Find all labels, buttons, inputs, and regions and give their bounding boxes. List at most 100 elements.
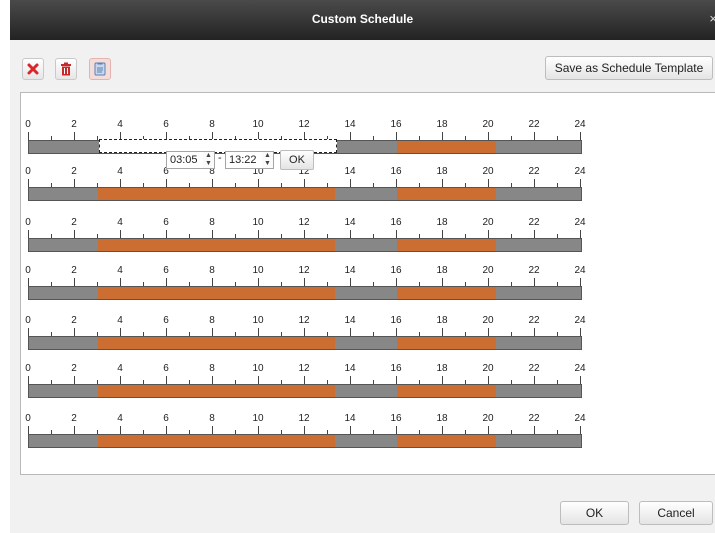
hour-label: 2 bbox=[71, 119, 77, 130]
major-tick bbox=[74, 132, 75, 140]
time-segment[interactable] bbox=[397, 385, 496, 397]
hour-label: 0 bbox=[25, 265, 31, 276]
major-tick bbox=[488, 179, 489, 187]
start-time-spinner[interactable]: ▲ ▼ bbox=[203, 151, 215, 169]
close-icon[interactable]: × bbox=[709, 11, 715, 26]
major-tick bbox=[396, 376, 397, 384]
major-tick bbox=[580, 132, 581, 140]
major-tick bbox=[442, 426, 443, 434]
hour-label: 16 bbox=[390, 315, 402, 326]
major-tick bbox=[74, 376, 75, 384]
major-tick bbox=[534, 328, 535, 336]
time-ok-button[interactable]: OK bbox=[280, 150, 314, 170]
hour-label: 0 bbox=[25, 413, 31, 424]
hour-label: 8 bbox=[209, 265, 215, 276]
major-tick bbox=[74, 328, 75, 336]
hour-label: 4 bbox=[117, 413, 123, 424]
timeline-bar[interactable] bbox=[28, 384, 582, 398]
major-tick bbox=[534, 230, 535, 238]
hour-label: 6 bbox=[163, 413, 169, 424]
major-tick bbox=[534, 132, 535, 140]
hour-label: 20 bbox=[482, 119, 494, 130]
major-tick bbox=[488, 278, 489, 286]
major-tick bbox=[120, 426, 121, 434]
major-tick bbox=[488, 426, 489, 434]
delete-button[interactable] bbox=[22, 58, 44, 80]
time-segment[interactable] bbox=[98, 188, 335, 200]
time-segment[interactable] bbox=[98, 287, 335, 299]
major-tick bbox=[166, 278, 167, 286]
major-tick bbox=[580, 426, 581, 434]
hour-label: 16 bbox=[390, 166, 402, 177]
schedule-row[interactable]: 0 2 4 6 8 10 12 14 16 18 20 22 24 bbox=[25, 315, 586, 355]
time-segment[interactable] bbox=[397, 141, 496, 153]
time-segment[interactable] bbox=[397, 337, 496, 349]
hour-label: 24 bbox=[574, 217, 586, 228]
hour-label: 12 bbox=[298, 413, 310, 424]
hour-label: 22 bbox=[528, 413, 540, 424]
hour-label: 8 bbox=[209, 315, 215, 326]
time-segment[interactable] bbox=[98, 435, 335, 447]
hour-label: 14 bbox=[344, 315, 356, 326]
start-time-input[interactable]: 03:05 bbox=[166, 151, 204, 169]
major-tick bbox=[442, 376, 443, 384]
hour-label: 10 bbox=[252, 363, 264, 374]
cancel-button[interactable]: Cancel bbox=[639, 501, 713, 525]
major-tick bbox=[488, 376, 489, 384]
end-time-input[interactable]: 13:22 bbox=[225, 151, 263, 169]
time-segment[interactable] bbox=[98, 239, 335, 251]
hour-label: 0 bbox=[25, 217, 31, 228]
timeline-bar[interactable] bbox=[28, 187, 582, 201]
major-tick bbox=[28, 132, 29, 140]
hour-label: 10 bbox=[252, 119, 264, 130]
hour-label: 14 bbox=[344, 119, 356, 130]
schedule-row[interactable]: 0 2 4 6 8 10 12 14 16 18 20 22 24 bbox=[25, 265, 586, 305]
timeline-bar[interactable] bbox=[28, 286, 582, 300]
major-tick bbox=[580, 376, 581, 384]
timeline-bar[interactable] bbox=[28, 238, 582, 252]
time-segment[interactable] bbox=[397, 188, 496, 200]
major-tick bbox=[28, 328, 29, 336]
hour-label: 6 bbox=[163, 315, 169, 326]
hour-label: 16 bbox=[390, 119, 402, 130]
hour-label: 18 bbox=[436, 413, 448, 424]
time-segment[interactable] bbox=[98, 385, 335, 397]
major-tick bbox=[166, 179, 167, 187]
major-tick bbox=[74, 230, 75, 238]
hour-label: 12 bbox=[298, 217, 310, 228]
copy-to-button[interactable] bbox=[89, 58, 111, 80]
time-separator: - bbox=[218, 152, 222, 164]
hour-label: 2 bbox=[71, 166, 77, 177]
delete-all-button[interactable] bbox=[55, 58, 77, 80]
schedule-row[interactable]: 0 2 4 6 8 10 12 14 16 18 20 22 24 bbox=[25, 217, 586, 257]
end-time-spinner[interactable]: ▲ ▼ bbox=[262, 151, 274, 169]
schedule-row[interactable]: 0 2 4 6 8 10 12 14 16 18 20 22 24 bbox=[25, 166, 586, 206]
hour-label: 2 bbox=[71, 217, 77, 228]
hour-label: 18 bbox=[436, 265, 448, 276]
schedule-row[interactable]: 0 2 4 6 8 10 12 14 16 18 20 22 24 bbox=[25, 363, 586, 403]
schedule-row[interactable]: 0 2 4 6 8 10 12 14 16 18 20 22 24 bbox=[25, 413, 586, 453]
ok-button[interactable]: OK bbox=[560, 501, 629, 525]
hour-label: 14 bbox=[344, 265, 356, 276]
save-as-schedule-template-button[interactable]: Save as Schedule Template bbox=[545, 56, 713, 80]
time-segment[interactable] bbox=[98, 337, 335, 349]
hour-label: 0 bbox=[25, 315, 31, 326]
timeline-bar[interactable] bbox=[28, 336, 582, 350]
hour-label: 6 bbox=[163, 217, 169, 228]
hour-label: 24 bbox=[574, 119, 586, 130]
time-segment[interactable] bbox=[397, 239, 496, 251]
major-tick bbox=[212, 278, 213, 286]
major-tick bbox=[120, 278, 121, 286]
timeline-bar[interactable] bbox=[28, 434, 582, 448]
major-tick bbox=[166, 230, 167, 238]
major-tick bbox=[580, 230, 581, 238]
hour-label: 10 bbox=[252, 413, 264, 424]
major-tick bbox=[350, 278, 351, 286]
time-segment[interactable] bbox=[397, 435, 496, 447]
major-tick bbox=[28, 376, 29, 384]
major-tick bbox=[304, 278, 305, 286]
major-tick bbox=[396, 179, 397, 187]
hour-label: 6 bbox=[163, 119, 169, 130]
time-segment[interactable] bbox=[397, 287, 496, 299]
major-tick bbox=[304, 426, 305, 434]
